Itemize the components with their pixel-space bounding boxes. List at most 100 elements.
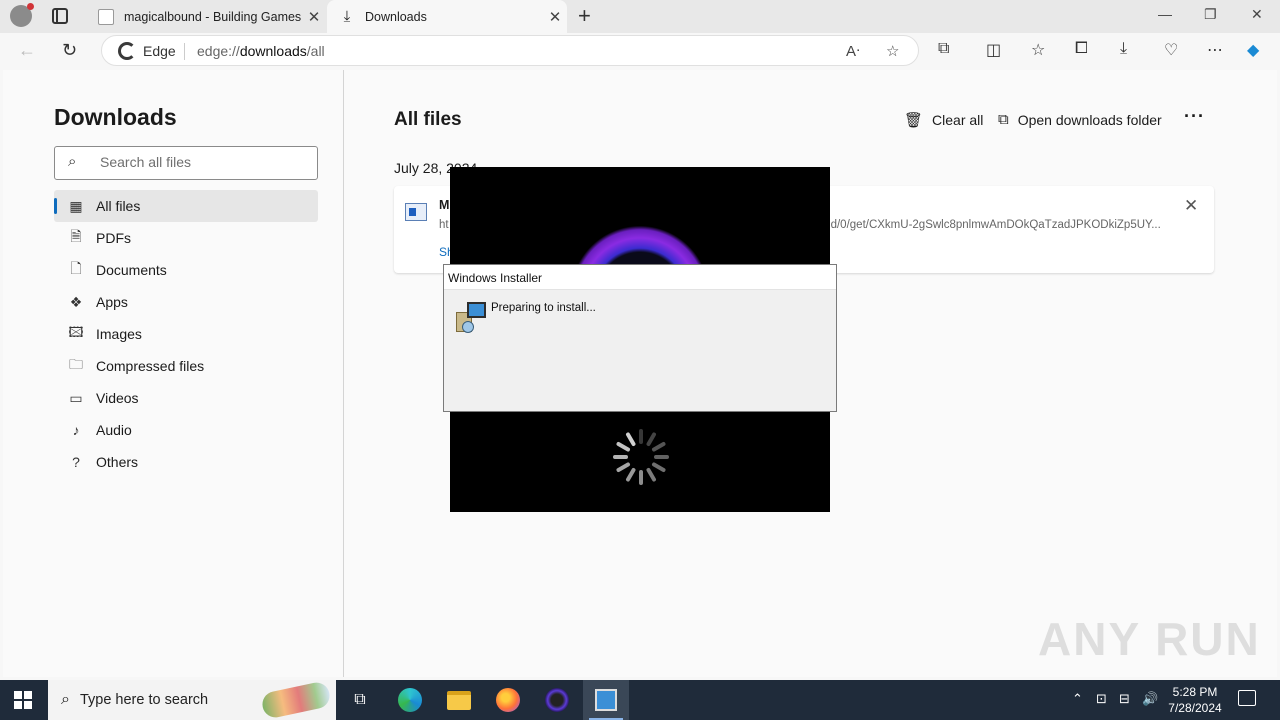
taskbar-firefox[interactable] (485, 680, 531, 720)
settings-more-icon[interactable]: ⋯ (1207, 40, 1223, 60)
tab-title: magicalbound - Building Games (124, 9, 302, 24)
tab-magicalbound[interactable]: magicalbound - Building Games ✕ (86, 0, 326, 33)
url-text[interactable]: edge://downloads/all (197, 43, 325, 59)
search-icon: ⌕ (61, 691, 70, 708)
spinner-spoke (613, 455, 628, 459)
category-list: ▦ All files 🗎 PDFs 🗋 Documents ❖ Apps 🖾 … (54, 190, 318, 478)
audio-icon: ♪ (72, 422, 80, 438)
section-title: All files (394, 109, 462, 130)
search-input[interactable] (100, 154, 300, 170)
profile-avatar[interactable] (10, 3, 34, 27)
taskbar-installer[interactable] (583, 680, 629, 720)
network-icon[interactable]: ⊟ (1119, 691, 1130, 707)
sidebar-item-label: Apps (96, 294, 128, 310)
taskbar-search-box[interactable]: ⌕ Type here to search (48, 680, 336, 720)
firefox-icon (496, 688, 520, 712)
sidebar-item-label: All files (96, 198, 141, 214)
open-folder-label: Open downloads folder (1017, 111, 1162, 128)
system-clock[interactable]: 5:28 PM 7/28/2024 (1166, 684, 1224, 716)
spinner-spoke (615, 441, 631, 453)
close-window-button[interactable]: ✕ (1251, 6, 1263, 23)
remove-download-icon[interactable]: ✕ (1184, 196, 1198, 216)
sidebar-item-videos[interactable]: ▭ Videos (54, 382, 318, 414)
pdf-icon: 🗎 (70, 228, 82, 244)
sidebar-item-label: Videos (96, 390, 139, 406)
tab-actions-icon[interactable] (52, 8, 68, 24)
task-view-button[interactable]: ⧉ (337, 680, 383, 720)
task-view-icon: ⧉ (354, 691, 366, 708)
page-title: Downloads (54, 104, 177, 130)
sidebar-item-apps[interactable]: ❖ Apps (54, 286, 318, 318)
notification-icon[interactable] (1238, 690, 1256, 706)
others-icon: ? (72, 454, 80, 470)
favorite-star-icon[interactable]: ☆ (886, 42, 899, 60)
show-hidden-icons[interactable]: ⌃ (1072, 691, 1083, 707)
collections-icon[interactable]: ⧠ (1075, 40, 1088, 58)
windows-start-icon[interactable] (14, 691, 32, 709)
read-aloud-icon[interactable]: Aᐧ (846, 42, 860, 60)
browser-essentials-icon[interactable]: ♡ (1164, 40, 1178, 60)
download-file-name[interactable]: M (439, 198, 449, 212)
open-downloads-folder-button[interactable]: ⧉ Open downloads folder (998, 111, 1162, 128)
search-box[interactable]: ⌕ (54, 146, 318, 180)
device-icon[interactable]: ⊡ (1096, 691, 1107, 707)
spinner-spoke (645, 467, 657, 483)
edge-label: Edge (143, 43, 176, 59)
page-favicon-icon (98, 8, 114, 25)
video-icon: ▭ (69, 389, 83, 406)
sidebar-item-pdfs[interactable]: 🗎 PDFs (54, 222, 318, 254)
close-tab-icon[interactable]: ✕ (543, 8, 567, 26)
close-tab-icon[interactable]: ✕ (302, 8, 326, 26)
downloads-icon[interactable]: ⤓ (1120, 40, 1127, 58)
document-icon: 🗋 (70, 260, 82, 276)
minimize-button[interactable]: — (1158, 6, 1172, 22)
more-options-button[interactable]: ··· (1184, 106, 1205, 127)
sidebar-item-label: Others (96, 454, 139, 470)
search-highlight-image (260, 680, 332, 720)
address-bar[interactable]: Edge edge://downloads/all Aᐧ ☆ (101, 35, 919, 66)
sidebar-item-all-files[interactable]: ▦ All files (54, 190, 318, 222)
watermark: ANY RUN (1038, 613, 1261, 665)
windows-installer-dialog[interactable]: Windows Installer Preparing to install..… (443, 264, 837, 412)
taskbar-edge[interactable] (387, 680, 433, 720)
sidebar-item-documents[interactable]: 🗋 Documents (54, 254, 318, 286)
toolbar: ← ↻ Edge edge://downloads/all Aᐧ ☆ ⧉ ◫ ☆… (0, 33, 1280, 70)
sidebar-item-audio[interactable]: ♪ Audio (54, 414, 318, 446)
dialog-message: Preparing to install... (491, 302, 596, 314)
tab-strip: magicalbound - Building Games ✕ ⤓ Downlo… (0, 0, 1280, 33)
download-icon: ⤓ (343, 7, 351, 25)
sidebar-item-images[interactable]: 🖾 Images (54, 318, 318, 350)
clock-date: 7/28/2024 (1168, 701, 1222, 715)
copilot-icon[interactable]: ◆ (1247, 40, 1259, 60)
downloads-sidebar: Downloads ⌕ ▦ All files 🗎 PDFs 🗋 Documen… (3, 70, 344, 677)
spinner-spoke (645, 431, 657, 447)
split-screen-icon[interactable]: ◫ (986, 40, 1001, 60)
clear-all-button[interactable]: 🗑 Clear all (904, 111, 983, 129)
sidebar-item-others[interactable]: ? Others (54, 446, 318, 478)
taskbar: ⌕ Type here to search ⧉ ⌃ ⊡ ⊟ 🔊 5:28 PM … (0, 680, 1280, 720)
installer-icon (595, 689, 617, 711)
spinner-spoke (639, 470, 643, 485)
taskbar-file-explorer[interactable] (436, 680, 482, 720)
app-icon (545, 688, 569, 712)
new-tab-button[interactable]: + (578, 3, 591, 29)
tab-title: Downloads (365, 9, 427, 24)
refresh-button[interactable]: ↻ (62, 40, 77, 61)
installer-icon (456, 302, 486, 334)
grid-icon: ▦ (69, 197, 83, 214)
sidebar-item-label: Compressed files (96, 358, 205, 374)
spinner-spoke (639, 429, 643, 444)
taskbar-search-text: Type here to search (79, 692, 209, 708)
open-external-icon: ⧉ (998, 111, 1009, 128)
back-button[interactable]: ← (18, 40, 36, 61)
favorites-icon[interactable]: ☆ (1031, 40, 1045, 60)
taskbar-app[interactable] (534, 680, 580, 720)
spinner-spoke (654, 455, 669, 459)
folder-icon (447, 690, 471, 710)
tab-downloads[interactable]: ⤓ Downloads ✕ (327, 0, 567, 33)
zip-icon: 🗀 (69, 356, 83, 372)
restore-button[interactable]: ❐ (1204, 6, 1217, 23)
sidebar-item-compressed-files[interactable]: 🗀 Compressed files (54, 350, 318, 382)
extensions-icon[interactable]: ⧉ (938, 40, 949, 58)
volume-icon[interactable]: 🔊 (1142, 691, 1158, 707)
